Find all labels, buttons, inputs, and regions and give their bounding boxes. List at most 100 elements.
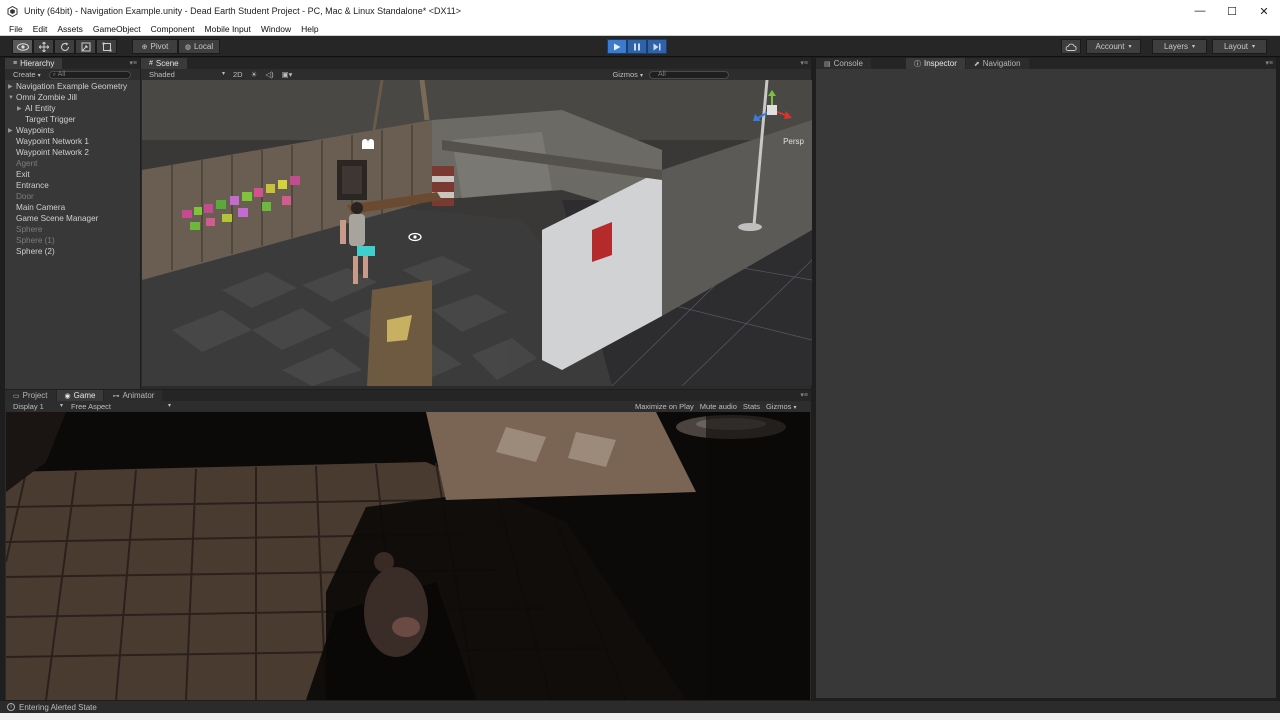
hierarchy-item[interactable]: Main Camera xyxy=(5,202,144,213)
play-button[interactable] xyxy=(607,39,627,54)
effects-toggle-icon[interactable]: ▣▾ xyxy=(282,70,293,79)
hierarchy-item-label: Waypoints xyxy=(16,126,54,135)
scene-viewport[interactable]: Persp xyxy=(142,80,812,386)
hierarchy-item[interactable]: ▶ Waypoints xyxy=(5,125,144,136)
minimize-button[interactable]: — xyxy=(1184,0,1216,22)
chevron-down-icon: ▾ xyxy=(221,71,225,77)
tab-scene[interactable]: # Scene xyxy=(141,58,187,69)
game-gizmos-dropdown[interactable]: Gizmos ▾ xyxy=(766,402,797,411)
animator-tab-label: Animator xyxy=(122,391,155,400)
chevron-down-icon: ▾ xyxy=(1252,44,1256,50)
mute-audio-toggle[interactable]: Mute audio xyxy=(700,402,737,411)
persp-label[interactable]: Persp xyxy=(783,137,804,146)
menu-assets[interactable]: Assets xyxy=(57,24,83,34)
hierarchy-item[interactable]: Sphere (2) xyxy=(5,246,144,257)
pause-button[interactable] xyxy=(627,39,647,54)
create-dropdown[interactable]: Create ▾ xyxy=(13,70,41,79)
chevron-down-icon: ▾ xyxy=(37,73,41,79)
scene-tab-label: Scene xyxy=(155,59,179,68)
hierarchy-search-input[interactable]: ⌕ All xyxy=(48,70,131,79)
hierarchy-item-label: Omni Zombie Jill xyxy=(16,93,77,102)
hierarchy-item[interactable]: ▶ AI Entity xyxy=(5,103,144,114)
panel-menu-icon[interactable]: ▾≡ xyxy=(800,59,808,67)
hierarchy-item[interactable]: Game Scene Manager xyxy=(5,213,144,224)
game-gizmos-label: Gizmos xyxy=(765,402,792,411)
menu-help[interactable]: Help xyxy=(301,24,318,34)
hierarchy-item-label: Entrance xyxy=(16,181,49,190)
hierarchy-item[interactable]: Door xyxy=(5,191,144,202)
tab-animator[interactable]: ⊶ Animator xyxy=(104,390,163,401)
hierarchy-toolbar: Create ▾ ⌕ All xyxy=(5,69,140,80)
menu-file[interactable]: File xyxy=(9,24,23,34)
close-button[interactable]: ✕ xyxy=(1248,0,1280,22)
tab-project[interactable]: ▭ Project xyxy=(5,390,56,401)
menu-gameobject[interactable]: GameObject xyxy=(93,24,141,34)
cloud-button[interactable] xyxy=(1061,39,1081,54)
step-button[interactable] xyxy=(647,39,667,54)
maximize-on-play-toggle[interactable]: Maximize on Play xyxy=(635,402,694,411)
hierarchy-list: ▶ Navigation Example Geometry ▼ Omni Zombie… xyxy=(5,81,144,257)
status-message[interactable]: Entering Alerted State xyxy=(19,703,97,712)
gizmos-dropdown[interactable]: Gizmos ▾ xyxy=(612,70,643,79)
panel-menu-icon[interactable]: ▾≡ xyxy=(800,391,808,399)
collapsed-arrow-icon[interactable]: ▶ xyxy=(8,83,16,90)
account-dropdown[interactable]: Account ▾ xyxy=(1086,39,1141,54)
tab-game[interactable]: ◉ Game xyxy=(56,390,104,401)
menu-window[interactable]: Window xyxy=(261,24,291,34)
hierarchy-item[interactable]: ▶ Navigation Example Geometry xyxy=(5,81,144,92)
scene-panel: # Scene ▾≡ Shaded ▾ 2D ☀ ◁) ▣▾ Gizmos ▾ … xyxy=(141,58,812,389)
local-toggle[interactable]: ◍ Local xyxy=(178,39,220,54)
stats-toggle[interactable]: Stats xyxy=(743,402,760,411)
panel-menu-icon[interactable]: ▾≡ xyxy=(1265,59,1273,67)
2d-toggle[interactable]: 2D xyxy=(233,70,243,79)
window-bottom-edge xyxy=(0,713,1280,720)
hierarchy-item-label: Navigation Example Geometry xyxy=(16,82,128,91)
rotate-tool-button[interactable] xyxy=(54,39,75,54)
inspector-panel: ▤ Console ⓘ Inspector ⬈ Navigation ▾≡ xyxy=(816,58,1276,698)
hierarchy-item[interactable]: ▼ Omni Zombie Jill xyxy=(5,92,144,103)
game-tabbar: ▭ Project ◉ Game ⊶ Animator ▾≡ xyxy=(5,390,811,401)
navigation-tab-label: Navigation xyxy=(982,59,1021,68)
expanded-arrow-icon[interactable]: ▼ xyxy=(8,95,16,101)
view-tool-button[interactable] xyxy=(12,39,33,54)
hierarchy-item[interactable]: Sphere xyxy=(5,224,144,235)
game-controller-icon: ◉ xyxy=(64,392,71,400)
lighting-toggle-icon[interactable]: ☀ xyxy=(251,70,258,79)
shading-mode-dropdown[interactable]: Shaded ▾ xyxy=(149,70,225,79)
console-tab-label: Console xyxy=(833,59,863,68)
move-tool-button[interactable] xyxy=(33,39,54,54)
aspect-dropdown[interactable]: Free Aspect ▾ xyxy=(71,402,171,411)
local-icon: ◍ xyxy=(184,43,191,51)
layers-dropdown[interactable]: Layers ▾ xyxy=(1152,39,1207,54)
tab-hierarchy[interactable]: ≡ Hierarchy xyxy=(5,58,63,69)
display-label: Display 1 xyxy=(13,402,44,411)
collapsed-arrow-icon[interactable]: ▶ xyxy=(17,105,25,112)
hierarchy-item[interactable]: Waypoint Network 1 xyxy=(5,136,144,147)
scene-search-input[interactable]: All xyxy=(648,70,729,79)
hierarchy-item[interactable]: Agent xyxy=(5,158,144,169)
hierarchy-item[interactable]: Target Trigger xyxy=(5,114,144,125)
tab-inspector[interactable]: ⓘ Inspector xyxy=(905,58,965,69)
maximize-button[interactable]: ☐ xyxy=(1216,0,1248,22)
display-dropdown[interactable]: Display 1 ▾ xyxy=(13,402,63,411)
pivot-toggle[interactable]: ⊕ Pivot xyxy=(132,39,178,54)
hierarchy-item[interactable]: Exit xyxy=(5,169,144,180)
hierarchy-item[interactable]: Waypoint Network 2 xyxy=(5,147,144,158)
menu-component[interactable]: Component xyxy=(151,24,195,34)
tab-navigation[interactable]: ⬈ Navigation xyxy=(965,58,1029,69)
local-label: Local xyxy=(193,42,214,51)
hierarchy-item[interactable]: Sphere (1) xyxy=(5,235,144,246)
game-render xyxy=(6,412,810,700)
orientation-gizmo-icon[interactable] xyxy=(750,88,794,132)
layout-dropdown[interactable]: Layout ▾ xyxy=(1212,39,1267,54)
panel-menu-icon[interactable]: ▾≡ xyxy=(129,59,137,67)
audio-toggle-icon[interactable]: ◁) xyxy=(265,70,273,79)
hierarchy-item[interactable]: Entrance xyxy=(5,180,144,191)
collapsed-arrow-icon[interactable]: ▶ xyxy=(8,127,16,134)
menu-edit[interactable]: Edit xyxy=(33,24,48,34)
tab-console[interactable]: ▤ Console xyxy=(816,58,871,69)
rect-tool-button[interactable] xyxy=(96,39,117,54)
game-viewport[interactable] xyxy=(6,412,810,700)
scale-tool-button[interactable] xyxy=(75,39,96,54)
menu-mobile-input[interactable]: Mobile Input xyxy=(205,24,251,34)
